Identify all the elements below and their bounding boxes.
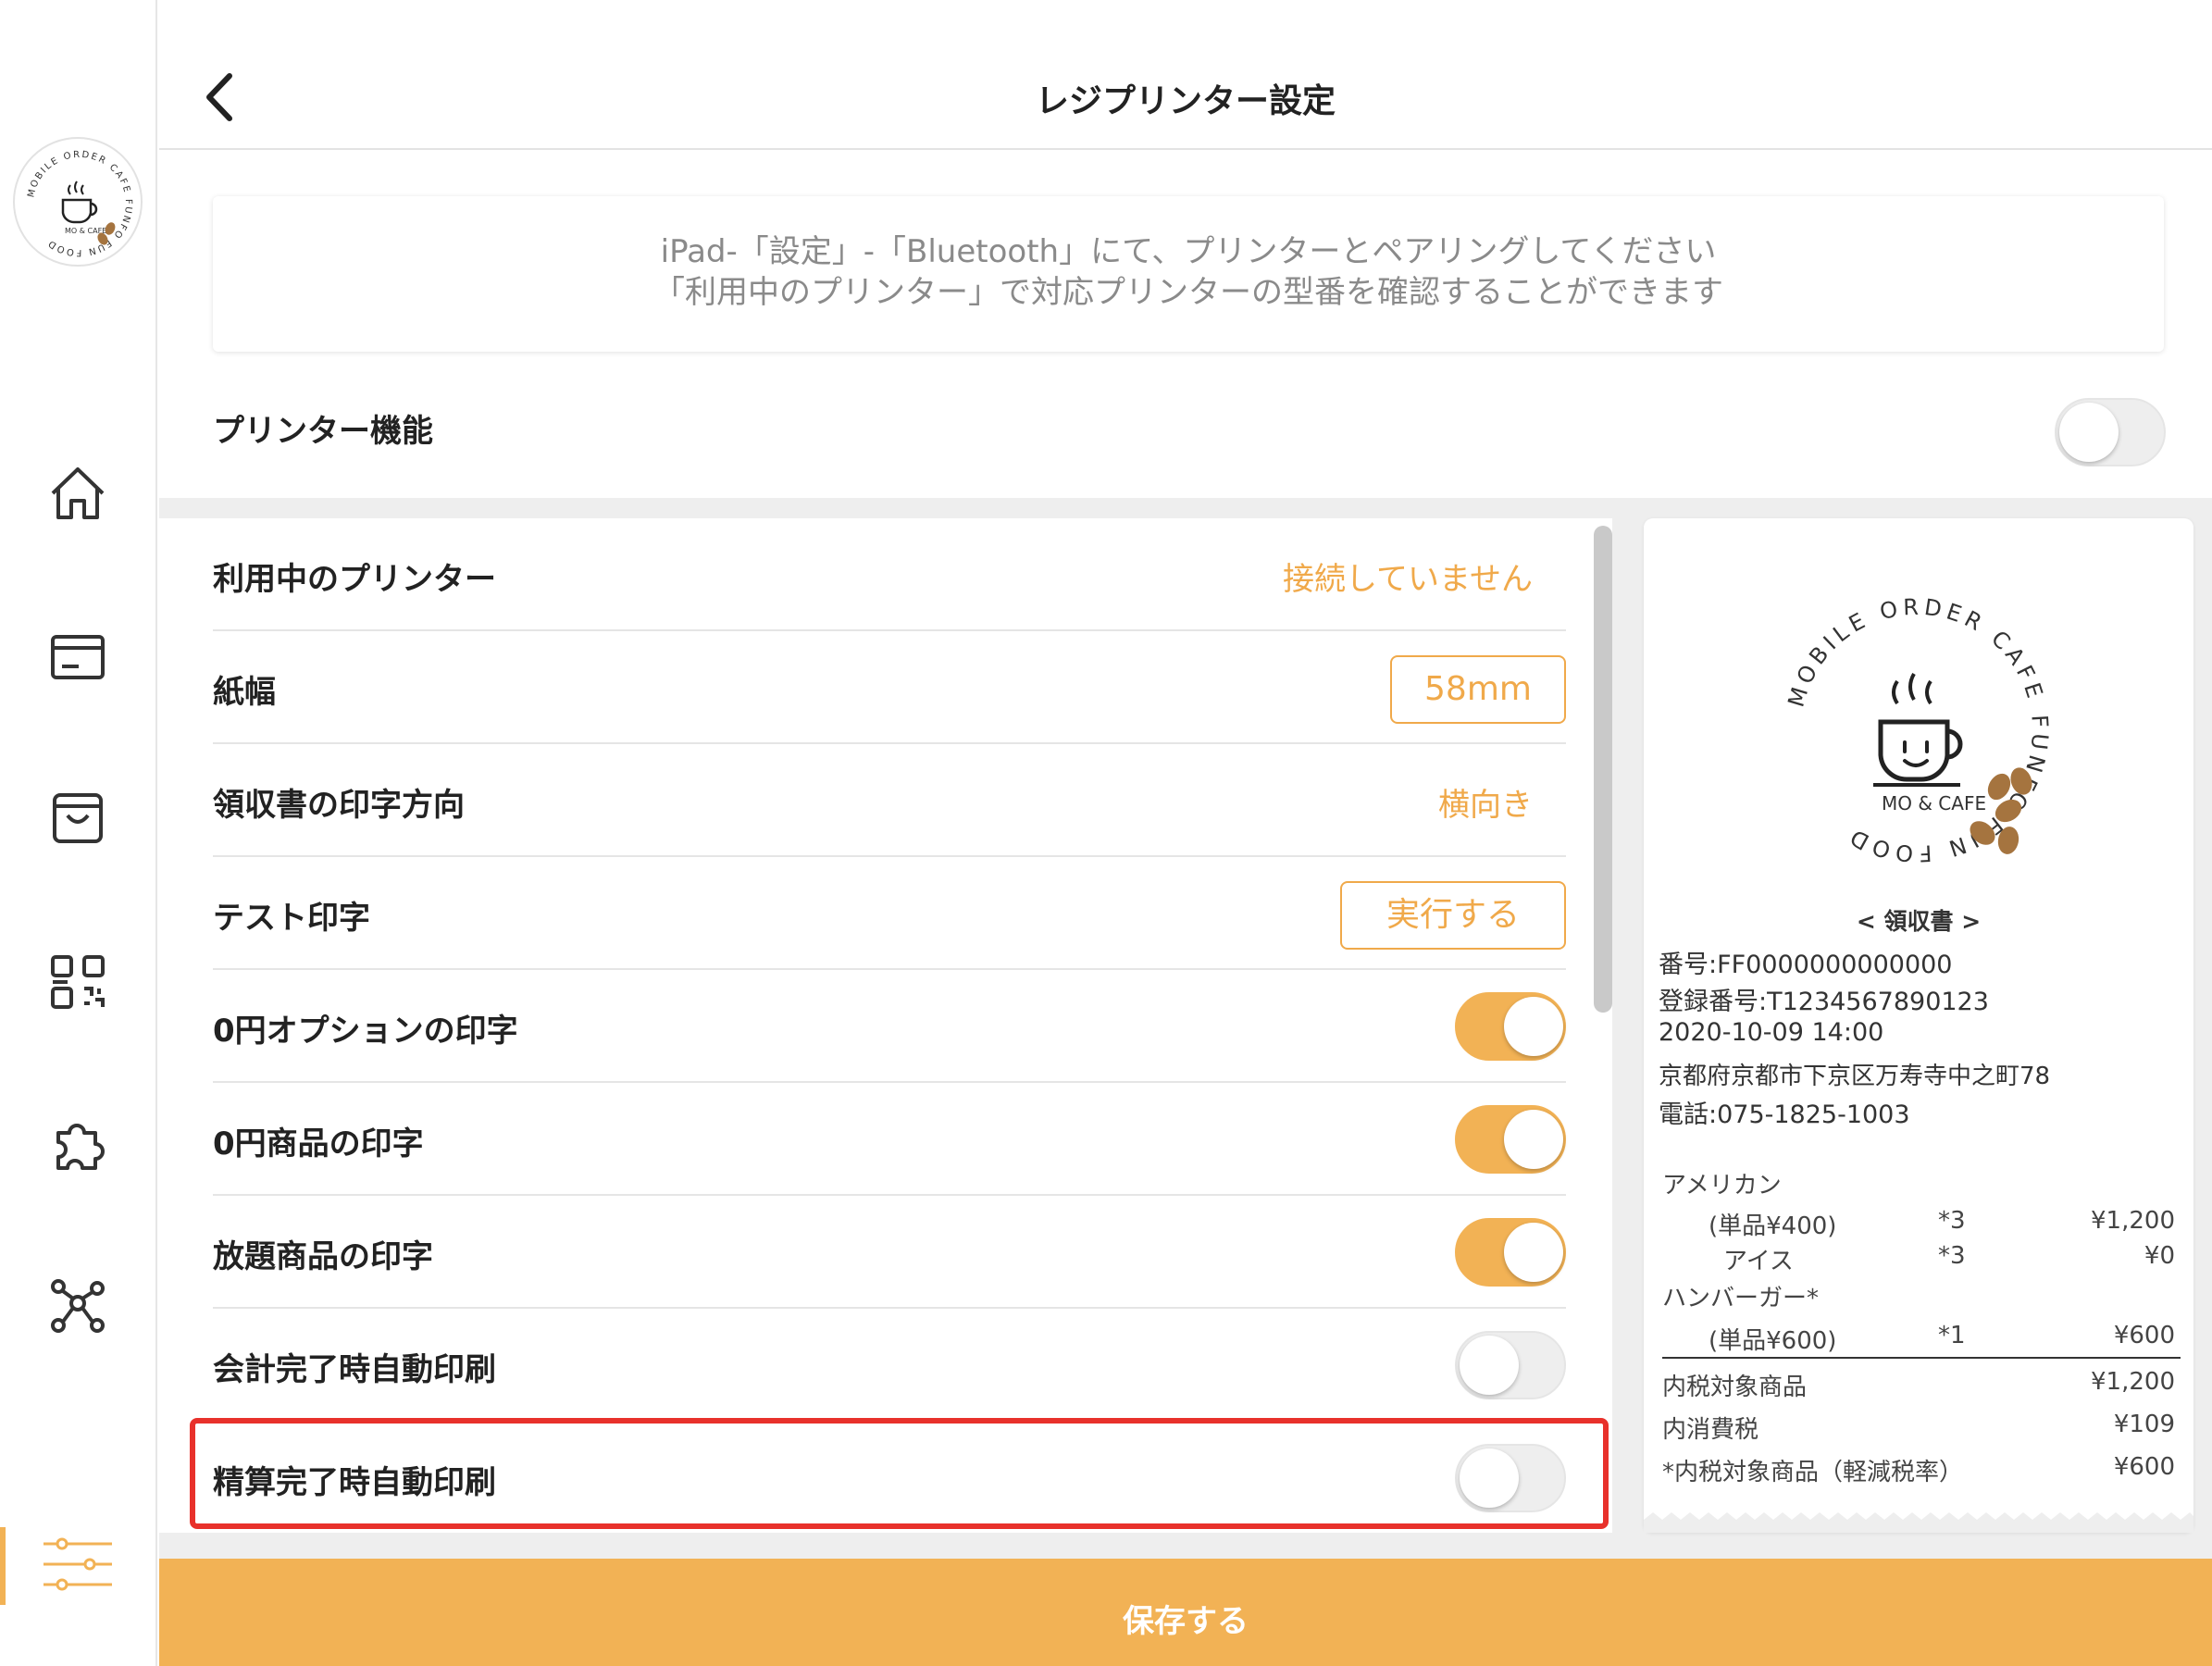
receipt-logo-ring-text: MOBILE ORDER CAFE FUNFO FUN FOOD <box>1783 594 2048 867</box>
home-icon[interactable] <box>42 458 114 530</box>
receipt-phone: 電話:075-1825-1003 <box>1659 1100 1910 1129</box>
printer-function-toggle[interactable] <box>2055 398 2166 466</box>
current-printer-status: 接続していません <box>1283 561 1533 598</box>
printer-function-row: プリンター機能 <box>213 398 2166 472</box>
receipt-logo: MOBILE ORDER CAFE FUNFO FUN FOOD MO & CA… <box>1770 583 2064 877</box>
svg-text:MOBILE ORDER CAFE FUNFO FUN FO: MOBILE ORDER CAFE FUNFO FUN FOOD <box>26 150 133 257</box>
printer-settings-list: 利用中のプリンター 接続していません 紙幅 58mm 領収書の印字方向 横向き … <box>159 518 1612 1533</box>
auto-print-checkout-toggle[interactable] <box>1455 1331 1566 1399</box>
zero-option-toggle[interactable] <box>1455 992 1566 1061</box>
receipt-item-sub: アイス <box>1723 1248 1794 1275</box>
receipt-torn-edge <box>1644 1512 2193 1533</box>
receipt-total-value: ¥600 <box>2113 1453 2175 1481</box>
zero-item-toggle[interactable] <box>1455 1105 1566 1174</box>
toggle-knob <box>1504 1110 1563 1169</box>
receipt-item-qty: *3 <box>1938 1207 1966 1235</box>
paper-width-label: 紙幅 <box>213 674 276 711</box>
current-printer-row[interactable]: 利用中のプリンター 接続していません <box>213 518 1566 631</box>
receipt-registration: 登録番号:T1234567890123 <box>1659 988 1989 1016</box>
header: レジプリンター設定 <box>159 0 2212 150</box>
bag-icon[interactable] <box>42 782 114 854</box>
toggle-knob <box>1504 1223 1563 1282</box>
zero-option-label: 0円オプションの印字 <box>213 1013 518 1050</box>
toggle-knob <box>2059 403 2119 462</box>
test-print-label: テスト印字 <box>213 900 370 937</box>
auto-print-checkout-row: 会計完了時自動印刷 <box>213 1309 1566 1422</box>
unlimited-item-row: 放題商品の印字 <box>213 1196 1566 1309</box>
paper-width-row: 紙幅 58mm <box>213 631 1566 744</box>
unlimited-item-label: 放題商品の印字 <box>213 1238 433 1275</box>
current-printer-label: 利用中のプリンター <box>213 561 496 598</box>
auto-print-settlement-row: 精算完了時自動印刷 <box>213 1422 1566 1533</box>
receipt-item-name: アメリカン <box>1662 1172 1782 1200</box>
receipt-direction-value: 横向き <box>1438 787 1533 824</box>
toggle-knob <box>1460 1448 1519 1508</box>
receipt-direction-row[interactable]: 領収書の印字方向 横向き <box>213 744 1566 857</box>
network-icon[interactable] <box>42 1270 114 1342</box>
puzzle-icon[interactable] <box>42 1109 114 1181</box>
svg-text:MOBILE ORDER CAFE FUNFO FUN FO: MOBILE ORDER CAFE FUNFO FUN FOOD <box>1783 594 2053 867</box>
paper-width-button[interactable]: 58mm <box>1390 655 1566 724</box>
receipt-item-price: ¥1,200 <box>2091 1207 2175 1235</box>
receipt-total-label: 内税対象商品 <box>1662 1374 1808 1401</box>
settings-sliders-icon[interactable] <box>42 1529 114 1601</box>
test-print-row: テスト印字 実行する <box>213 857 1566 970</box>
auto-print-settlement-toggle[interactable] <box>1455 1444 1566 1512</box>
toggle-knob <box>1460 1336 1519 1395</box>
store-logo: MOBILE ORDER CAFE FUNFO FUN FOOD MO & CA… <box>13 137 143 267</box>
receipt-item-sub: (単品¥600) <box>1709 1327 1837 1355</box>
receipt-direction-label: 領収書の印字方向 <box>213 787 465 824</box>
receipt-divider <box>1662 1357 2181 1359</box>
receipt-total-value: ¥1,200 <box>2091 1368 2175 1396</box>
page-title: レジプリンター設定 <box>1035 82 1336 120</box>
receipt-total-label: *内税対象商品（軽減税率） <box>1662 1459 1964 1486</box>
zero-item-label: 0円商品の印字 <box>213 1125 424 1162</box>
logo-ring-text: MOBILE ORDER CAFE FUNFO FUN FOOD <box>26 150 131 257</box>
receipt-total-label: 内消費税 <box>1662 1416 1759 1444</box>
zero-option-row: 0円オプションの印字 <box>213 970 1566 1083</box>
auto-print-settlement-label: 精算完了時自動印刷 <box>213 1464 496 1501</box>
receipt-item-name: ハンバーガー* <box>1662 1285 1820 1312</box>
pairing-info-box: iPad-「設定」-「Bluetooth」にて、プリンターとペアリングしてくださ… <box>213 196 2164 352</box>
qr-code-icon[interactable] <box>42 946 114 1018</box>
auto-print-checkout-label: 会計完了時自動印刷 <box>213 1351 496 1388</box>
test-print-button[interactable]: 実行する <box>1340 881 1566 950</box>
zero-item-row: 0円商品の印字 <box>213 1083 1566 1196</box>
receipt-preview: MOBILE ORDER CAFE FUNFO FUN FOOD MO & CA… <box>1644 518 2193 1533</box>
receipt-total-value: ¥109 <box>2113 1411 2175 1438</box>
receipt-number: 番号:FF0000000000000 <box>1659 951 1953 979</box>
receipt-heading: < 領収書 > <box>1856 908 1982 935</box>
receipt-item-qty: *3 <box>1938 1242 1966 1270</box>
printer-function-label: プリンター機能 <box>213 413 433 450</box>
info-line-2: 「利用中のプリンター」で対応プリンターの型番を確認することができます <box>653 274 1723 311</box>
receipt-datetime: 2020-10-09 14:00 <box>1659 1018 1884 1047</box>
receipt-address: 京都府京都市下京区万寿寺中之町78 <box>1659 1063 2051 1090</box>
receipt-item-qty: *1 <box>1938 1322 1966 1349</box>
info-line-1: iPad-「設定」-「Bluetooth」にて、プリンターとペアリングしてくださ… <box>660 233 1717 270</box>
save-button[interactable]: 保存する <box>159 1559 2212 1666</box>
save-button-label: 保存する <box>1123 1603 1249 1640</box>
settings-scrollbar[interactable] <box>1594 526 1612 1013</box>
toggle-knob <box>1504 997 1563 1056</box>
receipt-logo-text: MO & CAFE <box>1882 792 1986 814</box>
active-indicator <box>0 1527 6 1605</box>
receipt-item-price: ¥600 <box>2113 1322 2175 1349</box>
receipt-item-price: ¥0 <box>2144 1242 2175 1270</box>
unlimited-item-toggle[interactable] <box>1455 1218 1566 1287</box>
receipt-item-sub: (単品¥400) <box>1709 1212 1837 1240</box>
register-icon[interactable] <box>42 620 114 692</box>
sidebar: MOBILE ORDER CAFE FUNFO FUN FOOD MO & CA… <box>0 0 157 1666</box>
